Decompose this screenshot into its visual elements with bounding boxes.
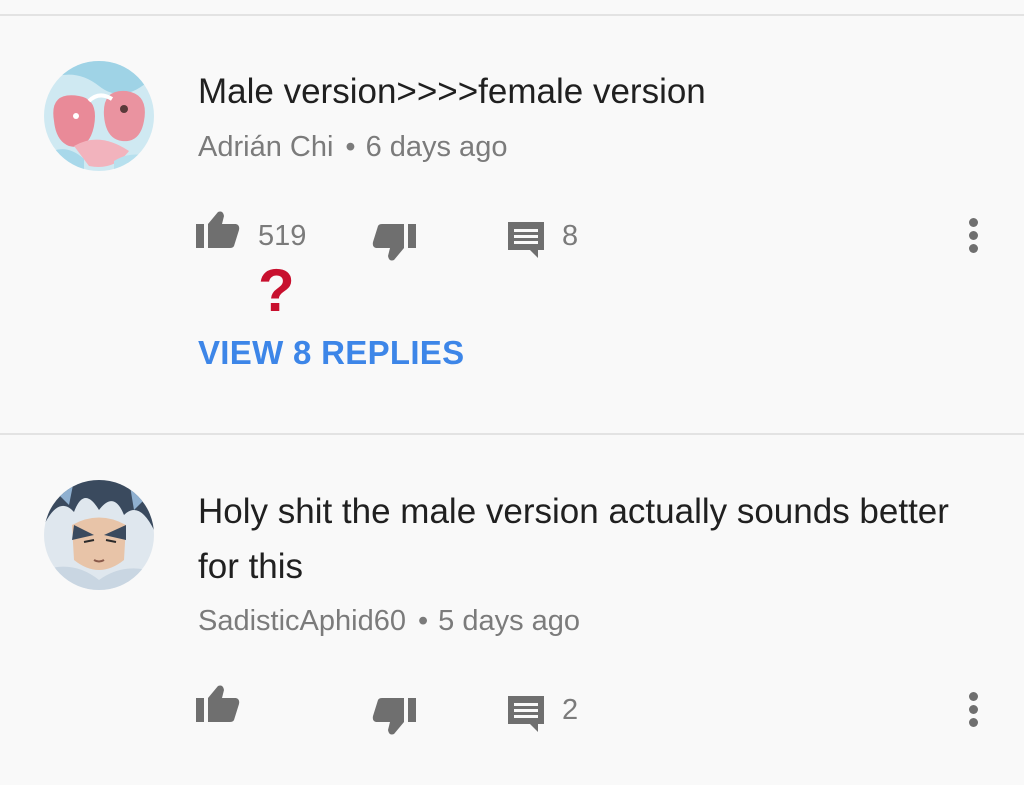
pink-cartoon-avatar-icon xyxy=(44,61,154,171)
reply-button[interactable] xyxy=(506,220,546,265)
more-vertical-icon xyxy=(969,218,978,227)
like-button[interactable] xyxy=(196,210,240,255)
comment-meta: SadisticAphid60 • 5 days ago xyxy=(198,605,580,638)
author-avatar[interactable] xyxy=(44,480,154,590)
anime-character-avatar-icon xyxy=(44,480,154,590)
more-options-button[interactable] xyxy=(962,216,986,256)
view-replies-link[interactable]: VIEW 8 REPLIES xyxy=(198,334,464,372)
comment-text: Holy shit the male version actually soun… xyxy=(198,492,949,586)
like-button[interactable] xyxy=(196,684,240,729)
timestamp: 5 days ago xyxy=(438,605,581,637)
comments-page: Male version>>>>female version Adrián Ch… xyxy=(0,0,1024,785)
reply-button[interactable] xyxy=(506,694,546,739)
comment-divider xyxy=(0,433,1024,435)
meta-separator: • xyxy=(345,131,356,163)
author-avatar[interactable] xyxy=(44,61,154,171)
thumbs-down-icon xyxy=(372,698,416,735)
meta-separator: • xyxy=(417,605,429,637)
comment-icon xyxy=(508,696,544,732)
thumbs-up-icon xyxy=(196,685,240,722)
dislike-button[interactable] xyxy=(372,696,416,741)
thumbs-up-icon xyxy=(196,211,240,248)
timestamp: 6 days ago xyxy=(365,131,508,163)
more-options-button[interactable] xyxy=(962,690,986,730)
like-count: 519 xyxy=(258,220,307,252)
comment-meta: Adrián Chi • 6 days ago xyxy=(198,131,507,164)
author-name[interactable]: Adrián Chi xyxy=(198,131,333,163)
reply-count: 8 xyxy=(562,220,579,252)
comment-icon xyxy=(508,222,544,258)
dislike-button[interactable] xyxy=(372,222,416,267)
more-vertical-icon xyxy=(969,692,978,701)
author-name[interactable]: SadisticAphid60 xyxy=(198,605,406,637)
reply-count: 2 xyxy=(562,694,579,726)
thumbs-down-icon xyxy=(372,224,416,261)
comment-text: Male version>>>>female version xyxy=(198,72,706,111)
top-divider xyxy=(0,14,1024,16)
question-mark-annotation: ? xyxy=(258,257,295,324)
